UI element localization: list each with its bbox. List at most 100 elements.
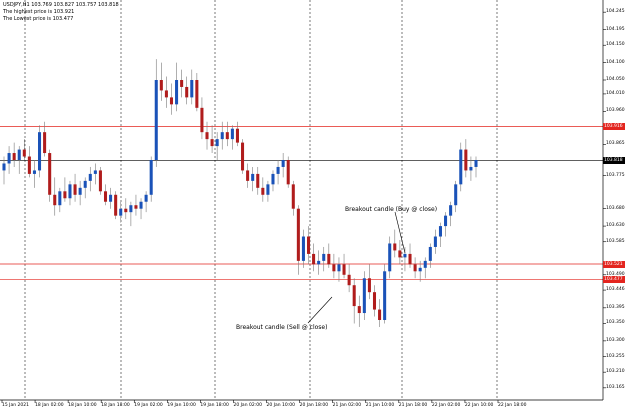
bull-candle [337,264,341,272]
time-label: 19 Jan 18:00 [200,403,229,408]
price-label: 103.680 [606,205,625,211]
chart-background [0,0,603,400]
bull-candle [362,278,366,314]
price-label: 103.395 [606,304,625,310]
price-label: 104.150 [606,42,625,48]
bull-candle [317,260,321,265]
bull-candle [220,132,224,140]
price-label: 103.446 [606,287,625,293]
price-marker-tag: 103.818 [603,157,625,165]
bear-candle [332,264,336,272]
bull-candle [7,153,11,164]
lowest-price-note: The Lowest price is 103.477 [3,16,74,22]
bull-candle [454,184,458,206]
bear-candle [134,205,138,209]
buy-breakout-annotation: Breakout candle (Buy @ close) [345,206,438,213]
bull-candle [403,253,407,258]
bear-candle [398,250,402,258]
bull-candle [423,260,427,268]
price-label: 103.585 [606,238,625,244]
bear-candle [48,153,52,195]
time-label: 18 Jan 02:00 [35,403,64,408]
bull-candle [139,201,143,209]
price-label: 103.300 [606,337,625,343]
time-label: 19 Jan 02:00 [134,403,163,408]
bull-candle [469,166,473,171]
price-label: 103.255 [606,353,625,359]
bear-candle [327,253,331,265]
bull-candle [251,173,255,181]
bull-candle [418,267,422,272]
price-label: 103.165 [606,384,625,390]
bull-candle [438,226,442,237]
bull-candle [38,132,42,171]
bear-candle [235,128,239,143]
bear-candle [342,264,346,275]
bull-candle [109,194,113,202]
bull-candle [459,149,463,185]
price-label: 103.865 [606,141,625,147]
bear-candle [256,173,260,188]
time-label: 21 Jan 02:00 [332,403,362,408]
time-label: 18 Jan 10:00 [68,403,97,408]
bear-candle [63,191,67,199]
bull-candle [144,194,148,202]
bear-candle [195,80,199,108]
price-label: 103.350 [606,320,625,326]
bear-candle [347,274,351,286]
price-label: 103.960 [606,108,625,114]
price-label: 104.100 [606,59,625,65]
bear-candle [210,139,214,147]
bull-candle [129,205,133,213]
bull-candle [433,236,437,247]
bull-candle [301,236,305,261]
price-marker-tag: 103.916 [603,123,625,131]
bull-candle [276,166,280,174]
bull-candle [78,187,82,195]
bear-candle [185,86,189,98]
bear-candle [225,132,229,140]
bull-candle [190,80,194,98]
bear-candle [53,194,57,206]
bear-candle [357,306,361,314]
bear-candle [114,194,118,216]
price-label: 104.050 [606,77,625,82]
bull-candle [149,160,153,195]
bear-candle [169,97,174,105]
price-chart[interactable] [0,0,625,411]
bull-candle [88,173,92,181]
bear-candle [352,285,356,307]
bear-candle [12,153,16,160]
bear-candle [124,208,128,213]
bear-candle [27,156,31,174]
price-label: 104.195 [606,26,625,32]
time-label: 19 Jan 10:00 [167,403,196,408]
bear-candle [159,80,163,91]
price-label: 104.010 [606,90,625,96]
price-label: 104.245 [606,9,625,15]
bull-candle [175,80,179,105]
time-label: 22 Jan 18:00 [498,403,527,408]
bear-candle [306,236,311,254]
bull-candle [322,253,326,261]
time-label: 20 Jan 02:00 [233,403,262,408]
bear-candle [296,208,300,261]
bull-candle [83,180,87,188]
bull-candle [58,191,62,206]
symbol-quote: USDJPY,H1 103.769 103.827 103.757 103.81… [3,2,119,8]
time-label: 20 Jan 18:00 [299,403,329,408]
bear-candle [312,253,316,265]
bear-candle [261,187,265,195]
highest-price-note: The highest price is 103.921 [3,9,75,15]
time-label: 21 Jan 10:00 [365,403,395,408]
bear-candle [464,149,468,171]
bear-candle [372,292,377,310]
bull-candle [428,246,432,261]
bull-candle [68,184,72,199]
bull-candle [449,205,453,216]
price-marker-tag: 103.477 [603,275,625,283]
bull-candle [266,184,270,195]
bear-candle [413,264,417,272]
bear-candle [98,170,102,192]
bear-candle [241,142,245,171]
